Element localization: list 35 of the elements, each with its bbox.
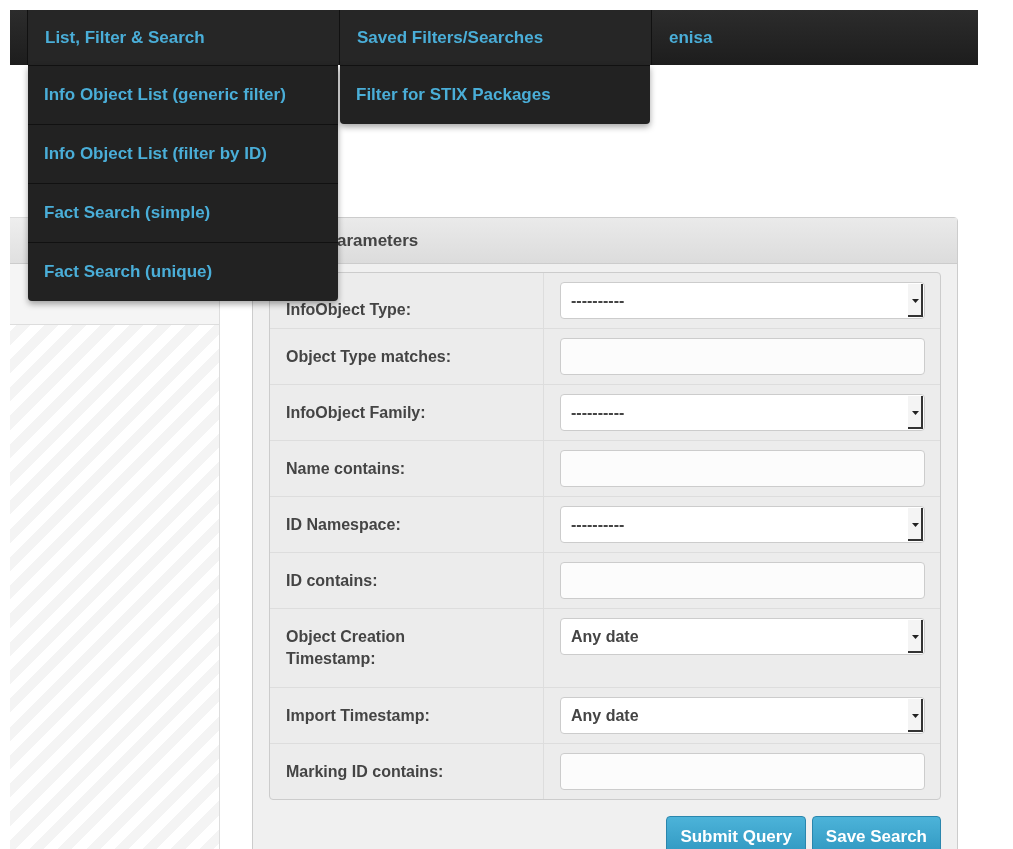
select-field[interactable]: ---------- [560,506,925,543]
menu-item[interactable]: Info Object List (filter by ID) [28,124,338,183]
text-field[interactable] [560,562,925,599]
menu-item[interactable]: Info Object List (generic filter) [28,65,338,124]
panel-title: arameters [337,230,419,251]
nav-link[interactable]: List, Filter & Search [28,10,339,65]
field-label: ID Namespace: [286,514,402,535]
caret-icon [908,619,924,654]
select-value: ---------- [571,291,625,310]
nav-link[interactable]: enisa [652,10,982,65]
select-field[interactable]: Any date [560,618,925,655]
field-label: ID contains: [286,570,379,591]
field-label: Object Type matches: [286,346,453,367]
caret-icon [908,507,924,542]
text-field[interactable] [560,450,925,487]
caret-icon [908,283,924,318]
caret-icon [908,395,924,430]
field-label: Import Timestamp: [286,705,431,726]
menu-item[interactable]: Filter for STIX Packages [340,65,650,124]
select-value: Any date [571,706,639,725]
field-label: InfoObject Family: [286,402,427,423]
field-label: Name contains: [286,458,407,479]
nav-link[interactable]: Saved Filters/Searches [340,10,651,65]
field-label: InfoObject Type: [286,299,413,320]
field-label: Object Creation Timestamp: [286,627,407,669]
text-field[interactable] [560,753,925,790]
field-label: Marking ID contains: [286,761,445,782]
text-field[interactable] [560,338,925,375]
select-value: ---------- [571,403,625,422]
select-field[interactable]: ---------- [560,394,925,431]
select-value: ---------- [571,515,625,534]
select-value: Any date [571,627,639,646]
select-field[interactable]: ---------- [560,282,925,319]
caret-icon [908,698,924,733]
select-field[interactable]: Any date [560,697,925,734]
